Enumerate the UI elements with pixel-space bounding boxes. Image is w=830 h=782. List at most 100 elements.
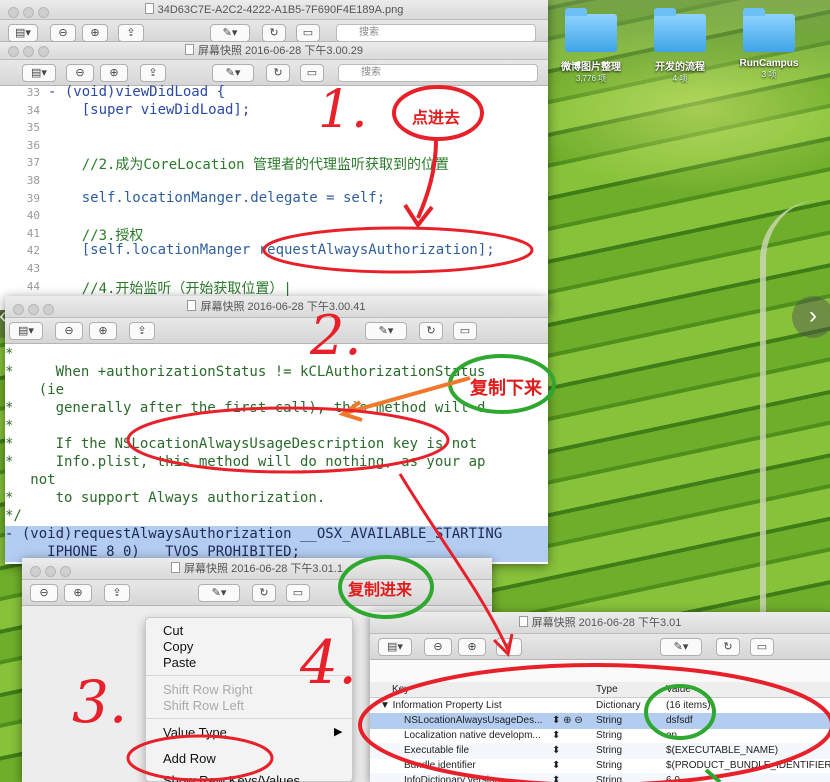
share-button[interactable]: ⇪ [118, 24, 144, 42]
rotate-button[interactable]: ↻ [252, 584, 276, 602]
row-stepper-icon[interactable]: ⬍ [552, 760, 560, 771]
minimize-icon[interactable] [28, 304, 39, 315]
plist-row[interactable]: Bundle identifier String $(PRODUCT_BUNDLE_… [370, 758, 830, 774]
folder-label: 微博图片整理 [561, 62, 621, 73]
row-stepper-icon[interactable]: ⬍ [552, 775, 560, 782]
search-field[interactable]: 搜索 [336, 24, 536, 42]
markup-button[interactable]: ✎▾ [365, 322, 407, 340]
rotate-button[interactable]: ↻ [716, 638, 740, 656]
plist-row[interactable]: ▼ Information Property List Dictionary (16… [370, 698, 830, 714]
plist-row[interactable]: InfoDictionary version String 6.0 ⬍ [370, 773, 830, 782]
menu-item-show-raw[interactable]: Show Raw Keys/Values [163, 773, 300, 782]
zoom-icon[interactable] [60, 566, 71, 577]
zoom-in-button[interactable]: ⊕ [89, 322, 117, 340]
close-icon[interactable] [30, 566, 41, 577]
folder-label: RunCampus [739, 58, 799, 69]
minimize-icon[interactable] [45, 566, 56, 577]
line-number: 35 [26, 121, 40, 135]
toolbox-button[interactable]: ▭ [286, 584, 310, 602]
plist-cell-value[interactable]: 6.0 [666, 775, 680, 782]
line-number: 44 [26, 279, 40, 293]
menu-item-cut[interactable]: Cut [163, 623, 183, 638]
markup-button[interactable]: ✎▾ [212, 64, 254, 82]
zoom-in-button[interactable]: ⊕ [458, 638, 486, 656]
plist-row[interactable]: NSLocationAlwaysUsageDes... String dsfsdf ⬍… [370, 713, 830, 729]
next-arrow-icon[interactable]: › [792, 296, 830, 338]
rotate-button[interactable]: ↻ [266, 64, 290, 82]
search-field[interactable]: 搜索 [338, 64, 538, 82]
line-number: 36 [26, 138, 40, 152]
annotation-copy-in: 复制进来 [348, 582, 413, 599]
plist-cell-value[interactable]: (16 items) [666, 700, 710, 711]
share-button[interactable]: ⇪ [104, 584, 130, 602]
markup-button[interactable]: ✎▾ [198, 584, 240, 602]
sidebar-toggle-button[interactable]: ▤▾ [8, 24, 38, 42]
share-button[interactable]: ⇪ [140, 64, 166, 82]
close-icon[interactable] [8, 7, 19, 18]
menu-item-add-row[interactable]: Add Row [163, 751, 216, 766]
sidebar-toggle-button[interactable]: ▤▾ [22, 64, 56, 82]
code-line: //4.开始监听（开始获取位置）| [48, 280, 292, 297]
line-number: 33 [26, 86, 40, 99]
close-icon[interactable] [13, 304, 24, 315]
desktop-folder-runcampus[interactable]: RunCampus 3 项 [724, 8, 814, 80]
plist-cell-value[interactable]: $(PRODUCT_BUNDLE_IDENTIFIER) [666, 760, 830, 771]
menu-item-copy[interactable]: Copy [163, 639, 193, 654]
plist-cell-value[interactable]: en [666, 730, 677, 741]
row-stepper-icon[interactable]: ⬍ [552, 730, 560, 741]
comment-line: */ [5, 508, 22, 524]
rotate-button[interactable]: ↻ [262, 24, 286, 42]
plist-cell-type: String [596, 730, 623, 741]
row-stepper-icon[interactable]: ⬍ [552, 745, 560, 756]
zoom-out-button[interactable]: ⊖ [50, 24, 76, 42]
plist-cell-key: InfoDictionary version [404, 775, 501, 782]
plist-row[interactable]: Localization native developm... String en ⬍ [370, 728, 830, 744]
desktop-folder-weibo[interactable]: 微博图片整理 3,776 项 [546, 8, 636, 84]
column-header-value[interactable]: Value [666, 684, 691, 695]
toolbox-button[interactable]: ▭ [453, 322, 477, 340]
folder-count: 4 项 [672, 74, 688, 83]
annotation-step-2: 2. [310, 304, 362, 367]
comment-line: * Info.plist, this method will do nothin… [5, 454, 486, 470]
plist-row[interactable]: Executable file String $(EXECUTABLE_NAME) ⬍ [370, 743, 830, 759]
toolbox-button[interactable]: ▭ [296, 24, 320, 42]
menu-item-paste[interactable]: Paste [163, 655, 196, 670]
markup-button[interactable]: ✎▾ [660, 638, 702, 656]
share-button[interactable]: ⇪ [129, 322, 155, 340]
line-number: 40 [26, 209, 40, 223]
menu-item-shift-row-right: Shift Row Right [163, 682, 253, 697]
zoom-in-button[interactable]: ⊕ [100, 64, 128, 82]
plist-cell-key: Localization native developm... [404, 730, 541, 741]
preview-window-code: 34D63C7E-A2C2-4222-A1B5-7F690F4E189A.png… [0, 0, 548, 310]
annotation-step-4: 4. [300, 628, 358, 698]
sidebar-toggle-button[interactable]: ▤▾ [378, 638, 412, 656]
row-stepper-icon[interactable]: ⬍ ⊕ ⊖ [552, 715, 583, 726]
plist-cell-type: Dictionary [596, 700, 641, 711]
zoom-in-button[interactable]: ⊕ [64, 584, 92, 602]
window-titlebar-inner: 屏幕快照 2016-06-28 下午3.00.29 [0, 42, 548, 60]
column-header-key[interactable]: Key [392, 684, 409, 695]
zoom-out-button[interactable]: ⊖ [55, 322, 83, 340]
rotate-button[interactable]: ↻ [419, 322, 443, 340]
zoom-icon[interactable] [38, 7, 49, 18]
toolbox-button[interactable]: ▭ [750, 638, 774, 656]
folder-icon [654, 8, 706, 52]
minimize-icon[interactable] [23, 7, 34, 18]
desktop-folder-dev-flow[interactable]: 开发的流程 4 项 [635, 8, 725, 84]
zoom-out-button[interactable]: ⊖ [66, 64, 94, 82]
sidebar-toggle-button[interactable]: ▤▾ [9, 322, 43, 340]
plist-cell-value[interactable]: dsfsdf [666, 715, 693, 726]
plist-cell-type: String [596, 760, 623, 771]
zoom-out-button[interactable]: ⊖ [424, 638, 452, 656]
share-button[interactable]: ⇪ [496, 638, 522, 656]
document-icon [518, 616, 528, 627]
zoom-out-button[interactable]: ⊖ [30, 584, 58, 602]
menu-item-value-type[interactable]: Value Type [163, 725, 227, 740]
zoom-icon[interactable] [43, 304, 54, 315]
plist-cell-value[interactable]: $(EXECUTABLE_NAME) [666, 745, 778, 756]
zoom-in-button[interactable]: ⊕ [82, 24, 108, 42]
window-title: 屏幕快照 2016-06-28 下午3.00.29 [197, 45, 364, 57]
column-header-type[interactable]: Type [596, 684, 618, 695]
markup-button[interactable]: ✎▾ [210, 24, 250, 42]
menu-separator [146, 718, 352, 719]
